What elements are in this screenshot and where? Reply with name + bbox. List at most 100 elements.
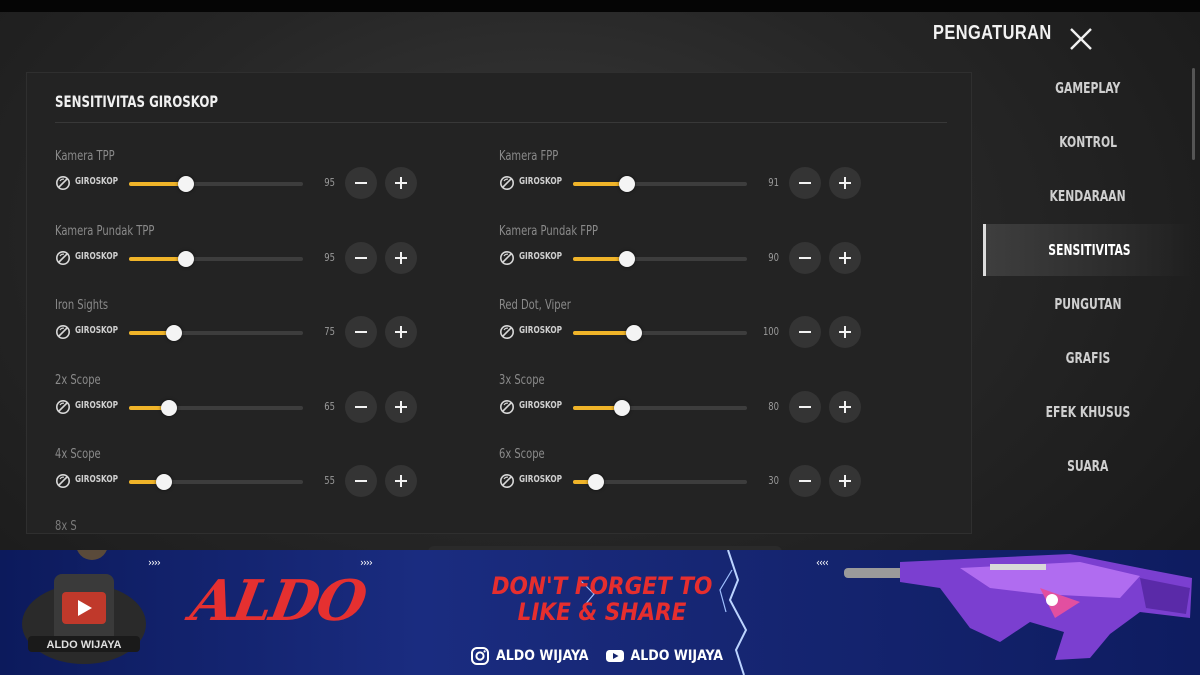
slider-handle[interactable]	[613, 399, 630, 416]
sidebar-item-efek-khusus[interactable]: EFEK KHUSUS	[983, 386, 1193, 438]
decrease-button[interactable]	[789, 316, 821, 348]
minus-icon	[355, 331, 367, 333]
decrease-button[interactable]	[345, 241, 377, 274]
increase-button[interactable]	[829, 465, 861, 497]
sensitivity-slider[interactable]	[573, 250, 747, 267]
increase-button[interactable]	[385, 390, 417, 423]
setting-row: Kamera Pundak FPP GIROSKOP 90	[499, 224, 869, 280]
sensitivity-slider[interactable]	[129, 474, 303, 490]
setting-row: 3x Scope GIROSKOP 80	[499, 373, 869, 429]
sidebar-item-sensitivitas[interactable]: SENSITIVITAS	[983, 224, 1193, 276]
plus-icon	[839, 475, 851, 487]
setting-row: Iron Sights GIROSKOP 75	[55, 298, 425, 354]
sensitivity-slider[interactable]	[573, 176, 747, 192]
slider-handle[interactable]	[161, 399, 178, 416]
setting-row: 4x Scope GIROSKOP 55	[55, 447, 425, 503]
sidebar-item-kendaraan[interactable]: KENDARAAN	[983, 170, 1193, 222]
sidebar-item-pungutan[interactable]: PUNGUTAN	[983, 278, 1193, 330]
sensitivity-value: 100	[762, 325, 779, 338]
gyroscope-label: GIROSKOP	[519, 250, 563, 262]
sidebar-item-grafis[interactable]: GRAFIS	[983, 332, 1193, 384]
setting-row: 2x Scope GIROSKOP 65	[55, 373, 425, 429]
increase-button[interactable]	[829, 167, 861, 199]
divider	[55, 122, 947, 123]
decrease-button[interactable]	[345, 167, 377, 199]
gyroscope-icon	[499, 250, 515, 266]
sensitivity-slider[interactable]	[129, 399, 303, 416]
setting-row: Red Dot, Viper GIROSKOP 100	[499, 298, 869, 354]
gyroscope-icon	[499, 175, 515, 191]
top-bar	[0, 0, 1200, 12]
minus-icon	[799, 182, 811, 184]
increase-button[interactable]	[829, 241, 861, 274]
plus-icon	[395, 326, 407, 338]
decrease-button[interactable]	[789, 465, 821, 497]
sensitivity-slider[interactable]	[573, 325, 747, 341]
gyroscope-icon	[55, 399, 71, 415]
slider-handle[interactable]	[166, 325, 183, 341]
sidebar-item-label: GAMEPLAY	[1055, 79, 1121, 97]
slider-handle[interactable]	[625, 325, 642, 341]
plus-icon	[395, 475, 407, 487]
sensitivity-slider[interactable]	[129, 250, 303, 267]
gyroscope-icon	[499, 324, 515, 340]
sensitivity-value: 55	[324, 474, 335, 487]
sensitivity-slider[interactable]	[573, 399, 747, 416]
slider-handle[interactable]	[155, 474, 172, 490]
gyroscope-label: GIROSKOP	[75, 474, 119, 485]
plus-icon	[395, 251, 407, 264]
increase-button[interactable]	[385, 241, 417, 274]
panel-title: SENSITIVITAS GIROSKOP	[55, 92, 219, 111]
close-button[interactable]	[1064, 22, 1098, 56]
decrease-button[interactable]	[345, 390, 377, 423]
avatar-text: ALDO WIJAYA	[47, 639, 122, 651]
youtube-handle: ALDO WIJAYA	[630, 648, 724, 664]
page-title: PENGATURAN	[933, 22, 1052, 44]
sidebar-item-label: SENSITIVITAS	[1048, 241, 1131, 259]
streamer-avatar-logo: ALDO WIJAYA	[22, 550, 146, 664]
sensitivity-slider[interactable]	[129, 325, 303, 341]
slider-handle[interactable]	[587, 474, 604, 490]
increase-button[interactable]	[385, 167, 417, 199]
slider-handle[interactable]	[618, 250, 635, 267]
decrease-button[interactable]	[789, 167, 821, 199]
sidebar-item-label: SUARA	[1067, 457, 1109, 475]
minus-icon	[799, 331, 811, 333]
gyroscope-label: GIROSKOP	[75, 176, 119, 187]
increase-button[interactable]	[385, 465, 417, 497]
setting-label: Kamera Pundak TPP	[55, 223, 155, 239]
setting-label: Red Dot, Viper	[499, 298, 571, 313]
setting-row: Kamera Pundak TPP GIROSKOP 95	[55, 224, 425, 280]
sensitivity-value: 80	[768, 399, 779, 413]
slider-handle[interactable]	[618, 176, 635, 192]
sensitivity-slider[interactable]	[129, 176, 303, 192]
youtube-icon	[605, 650, 624, 662]
decrease-button[interactable]	[789, 241, 821, 274]
sidebar-item-suara[interactable]: SUARA	[983, 440, 1193, 492]
instagram-link[interactable]: ALDO WIJAYA	[470, 646, 589, 666]
decrease-button[interactable]	[345, 465, 377, 497]
setting-label: Kamera TPP	[55, 149, 115, 164]
minus-icon	[799, 480, 811, 482]
slider-handle[interactable]	[178, 250, 195, 267]
cta-line-1: DON'T FORGET TO	[491, 572, 713, 600]
decrease-button[interactable]	[345, 316, 377, 348]
increase-button[interactable]	[385, 316, 417, 348]
sensitivity-value: 30	[768, 474, 779, 487]
sensitivity-value: 65	[324, 399, 335, 413]
setting-row: Kamera TPP GIROSKOP 95	[55, 149, 425, 205]
slider-handle[interactable]	[178, 176, 195, 192]
sidebar-item-label: PUNGUTAN	[1054, 295, 1122, 313]
youtube-link[interactable]: ALDO WIJAYA	[605, 646, 724, 666]
settings-sidebar: GAMEPLAY KONTROL KENDARAAN SENSITIVITAS PUNG…	[983, 62, 1193, 548]
sidebar-scrollbar[interactable]	[1192, 68, 1195, 160]
sidebar-item-gameplay[interactable]: GAMEPLAY	[983, 62, 1193, 114]
cta-line-2: LIKE & SHARE	[517, 598, 687, 626]
increase-button[interactable]	[829, 316, 861, 348]
increase-button[interactable]	[829, 390, 861, 423]
setting-label: 2x Scope	[55, 372, 101, 388]
decrease-button[interactable]	[789, 390, 821, 423]
sensitivity-slider[interactable]	[573, 474, 747, 490]
sidebar-item-kontrol[interactable]: KONTROL	[983, 116, 1193, 168]
gyroscope-label: GIROSKOP	[75, 399, 119, 411]
